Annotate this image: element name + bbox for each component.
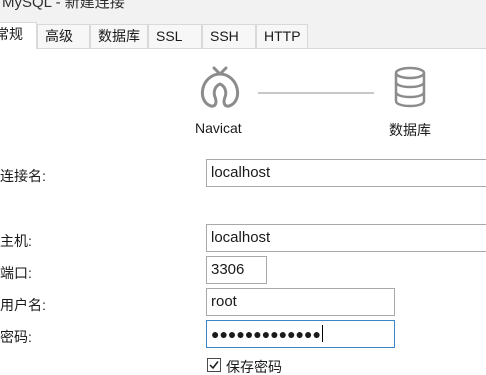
username-label: 用户名: — [0, 297, 46, 313]
tab-ssh[interactable]: SSH — [202, 24, 256, 48]
password-field[interactable]: ●●●●●●●●●●●●● — [206, 320, 395, 348]
tab-http[interactable]: HTTP — [256, 24, 308, 48]
username-field[interactable]: root — [206, 288, 395, 316]
connection-name-field[interactable]: localhost — [206, 159, 486, 187]
checkmark-icon — [209, 361, 219, 370]
port-field[interactable]: 3306 — [206, 256, 267, 284]
tab-general[interactable]: 常规 — [0, 22, 37, 49]
password-label: 密码: — [0, 329, 32, 345]
password-mask: ●●●●●●●●●●●●● — [211, 326, 321, 342]
connection-line — [258, 92, 374, 94]
tab-strip: 常规 高级 数据库 SSL SSH HTTP — [0, 22, 486, 49]
text-caret — [321, 325, 323, 342]
save-password-label[interactable]: 保存密码 — [226, 357, 282, 375]
tab-advanced[interactable]: 高级 — [37, 24, 90, 48]
tab-ssl[interactable]: SSL — [148, 24, 202, 48]
new-connection-dialog: MySQL - 新建连接 常规 高级 数据库 SSL SSH HTTP Navi… — [0, 0, 486, 375]
navicat-caption: Navicat — [195, 120, 242, 136]
host-label: 主机: — [0, 233, 32, 249]
save-password-checkbox[interactable] — [207, 358, 221, 372]
navicat-logo-icon — [200, 66, 240, 108]
title-bar: MySQL - 新建连接 — [0, 0, 486, 22]
host-field[interactable]: localhost — [206, 224, 486, 252]
database-caption: 数据库 — [389, 122, 431, 138]
tab-databases[interactable]: 数据库 — [90, 24, 148, 48]
port-label: 端口: — [0, 265, 32, 281]
connection-name-label: 连接名: — [0, 168, 46, 184]
database-icon — [394, 66, 426, 108]
window-title: MySQL - 新建连接 — [2, 0, 125, 11]
